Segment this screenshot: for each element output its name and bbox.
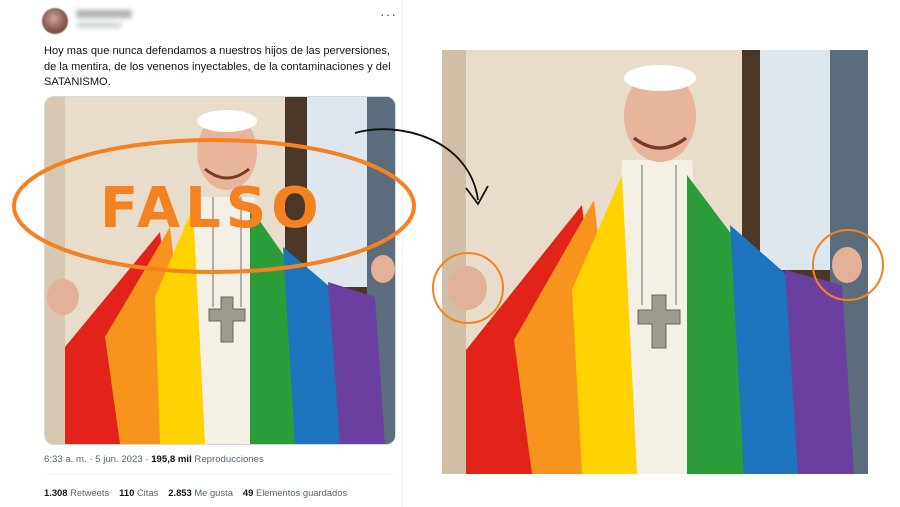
retweets-label: Retweets <box>70 487 110 498</box>
more-options-icon[interactable]: ··· <box>380 6 397 22</box>
pope-flag-original-photo <box>442 50 868 474</box>
avatar[interactable] <box>42 8 68 34</box>
bookmarks-count: 49 <box>242 487 254 498</box>
views-count: 195,8 mil <box>151 454 192 465</box>
tweet-text: Hoy mas que nunca defendamos a nuestros … <box>44 45 391 88</box>
likes-label: Me gusta <box>194 487 233 498</box>
likes-count: 2.853 <box>168 487 192 498</box>
quotes-stat[interactable]: 110 Citas <box>119 487 158 498</box>
tweet-meta: 6:33 a. m. · 5 jun. 2023 · 195,8 mil Rep… <box>44 454 264 465</box>
quotes-label: Citas <box>136 487 159 498</box>
pope-flag-photo <box>45 97 395 444</box>
engagement-stats: 1.308 Retweets 110 Citas 2.853 Me gusta … <box>44 487 347 498</box>
blurred-handle[interactable] <box>76 22 122 28</box>
bookmarks-label: Elementos guardados <box>255 487 348 498</box>
quotes-count: 110 <box>119 487 135 498</box>
blurred-display-name[interactable] <box>76 10 132 18</box>
tweet-timestamp[interactable]: 6:33 a. m. · 5 jun. 2023 · <box>44 454 149 465</box>
tweet-card: ··· Hoy mas que nunca defendamos a nuest… <box>30 0 403 507</box>
views-label: Reproducciones <box>194 454 264 465</box>
retweets-stat[interactable]: 1.308 Retweets <box>44 487 109 498</box>
retweets-count: 1.308 <box>44 487 68 498</box>
bookmarks-stat[interactable]: 49 Elementos guardados <box>243 487 347 498</box>
divider <box>44 474 394 475</box>
likes-stat[interactable]: 2.853 Me gusta <box>168 487 233 498</box>
tweet-media-image[interactable] <box>44 96 396 445</box>
falso-stamp: FALSO <box>100 176 324 241</box>
original-photo <box>442 50 868 474</box>
